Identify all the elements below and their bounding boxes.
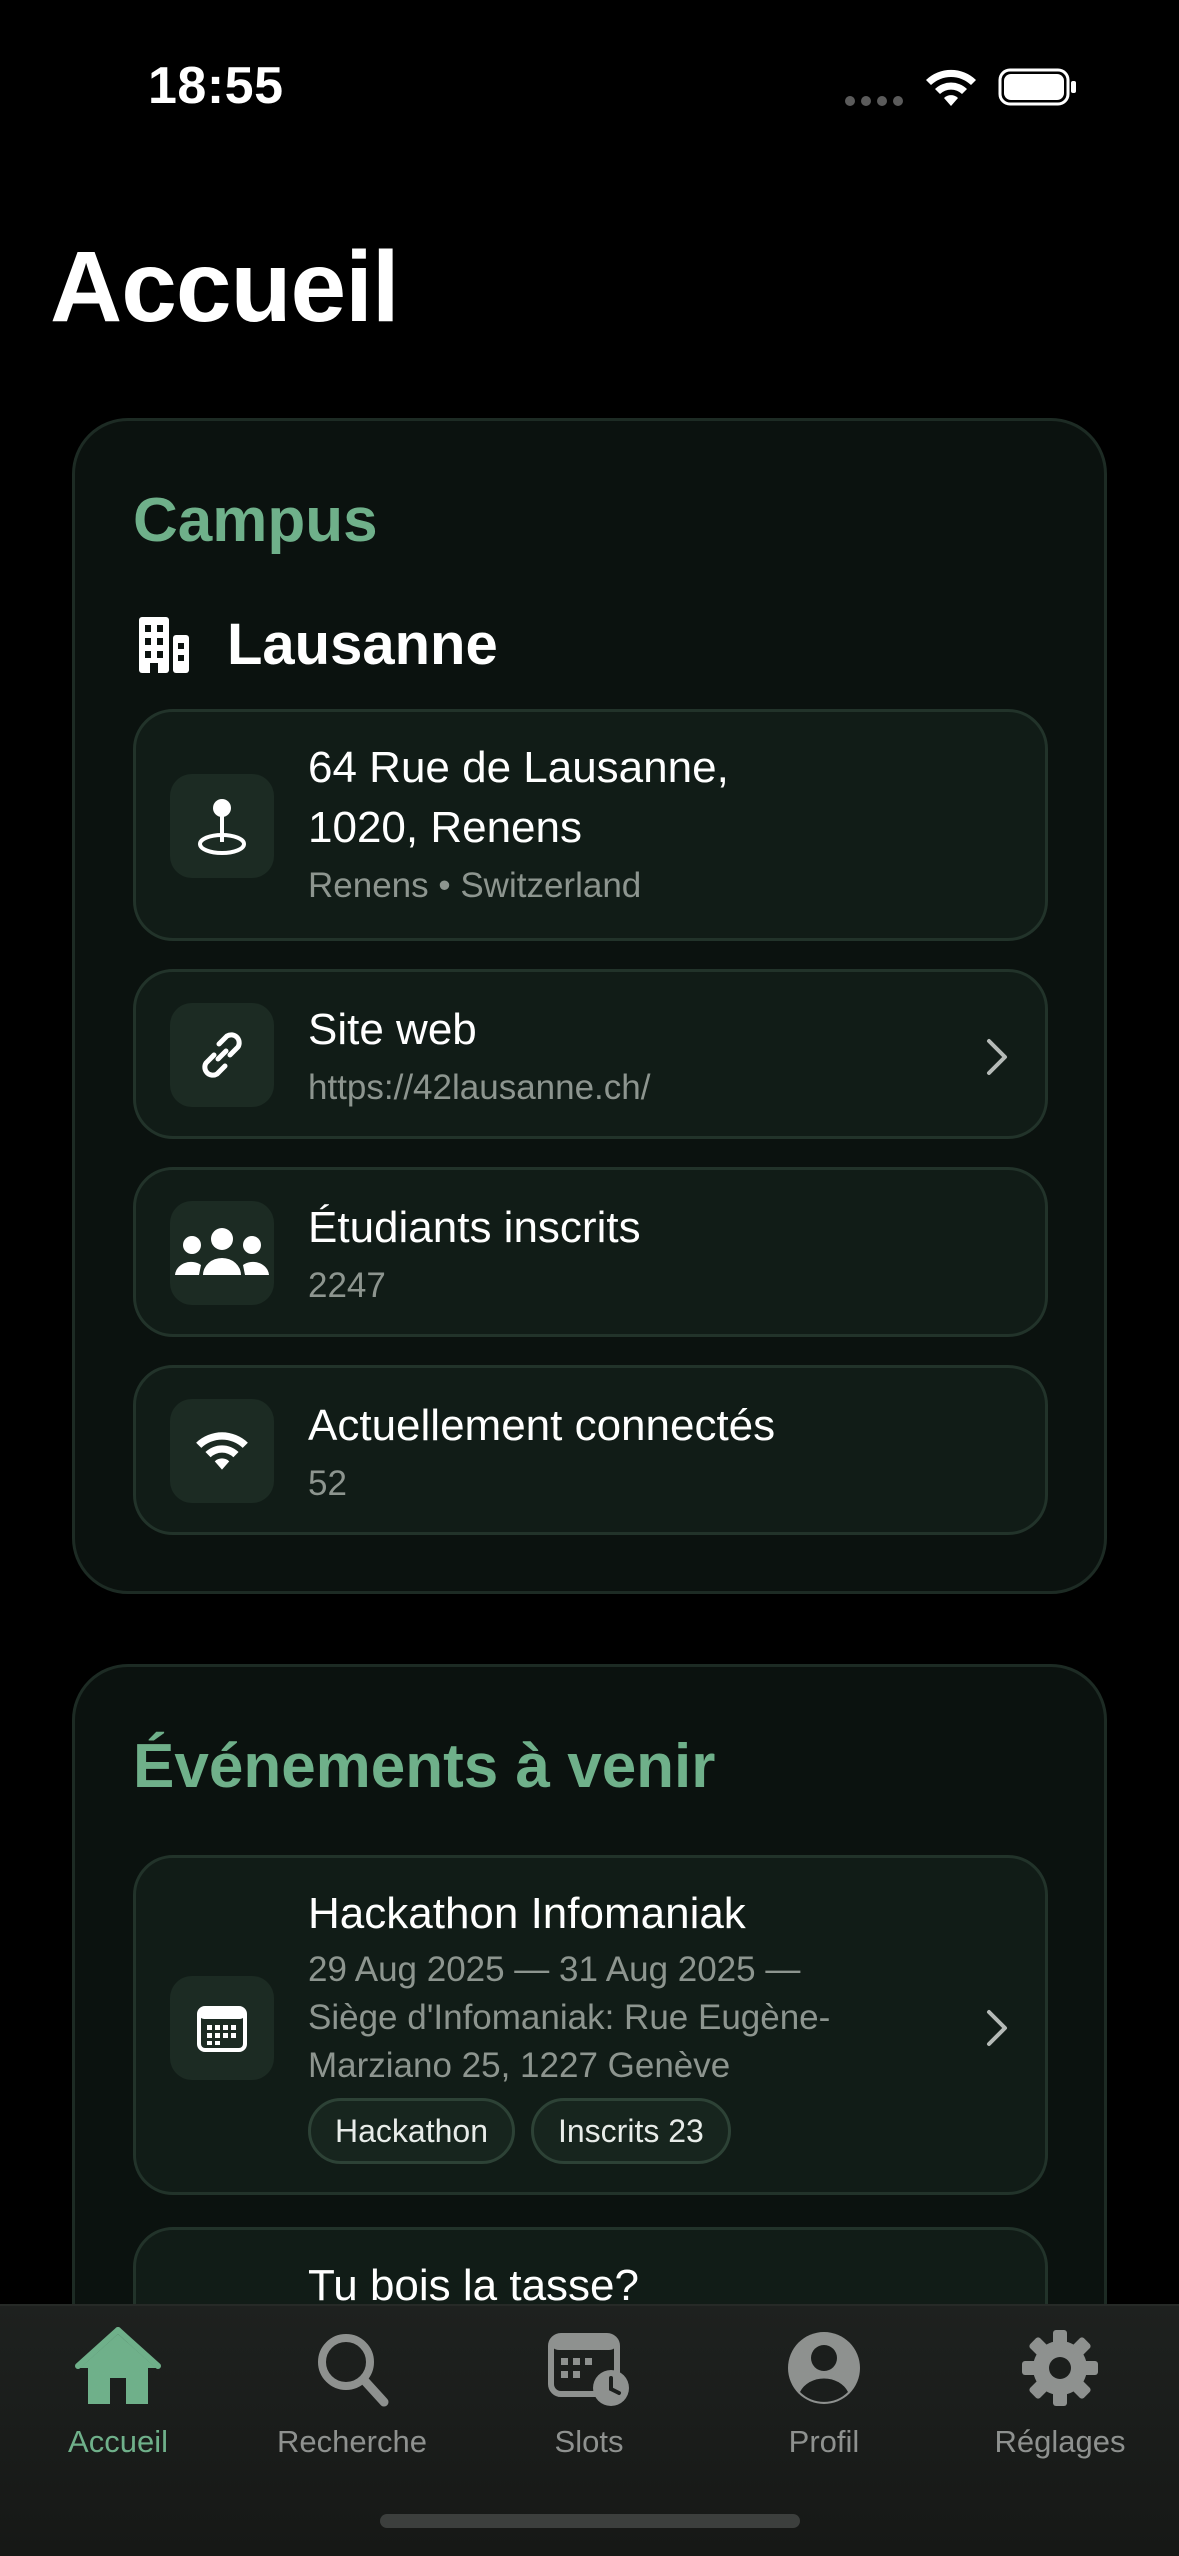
wifi-icon (196, 1432, 248, 1470)
students-row: Étudiants inscrits 2247 (133, 1167, 1048, 1337)
house-icon (75, 2327, 161, 2404)
status-time: 18:55 (148, 57, 284, 115)
event-dates: 29 Aug 2025 — 31 Aug 2025 — (308, 1950, 801, 1989)
campus-name-row: Lausanne (135, 611, 498, 678)
tab-accueil[interactable]: Accueil (18, 2326, 218, 2460)
tab-label: Recherche (277, 2424, 427, 2459)
building-icon (139, 616, 189, 673)
cellular-signal-icon (845, 96, 905, 106)
event-tag-kind: Hackathon (308, 2098, 515, 2164)
address-line2: 1020, Renens (308, 803, 582, 852)
event-location-line1: Siège d'Infomaniak: Rue Eugène- (308, 1998, 831, 2037)
campus-heading: Campus (133, 486, 378, 555)
tab-profil[interactable]: Profil (724, 2326, 924, 2460)
website-url[interactable]: https://42lausanne.ch/ (308, 1064, 965, 1112)
people-icon (175, 1228, 269, 1275)
battery-icon (998, 68, 1076, 106)
event-row[interactable]: Hackathon Infomaniak 29 Aug 2025 — 31 Au… (133, 1855, 1048, 2195)
connected-count: 52 (308, 1464, 347, 1503)
calendar-clock-icon (548, 2333, 629, 2406)
person-circle-icon (788, 2332, 860, 2404)
students-label: Étudiants inscrits (308, 1203, 641, 1252)
website-row[interactable]: Site web https://42lausanne.ch/ (133, 969, 1048, 1139)
connected-label: Actuellement connectés (308, 1401, 776, 1450)
tab-label: Accueil (68, 2424, 168, 2459)
address-location: Renens • Switzerland (308, 866, 642, 905)
tab-label: Réglages (994, 2424, 1126, 2459)
connected-icon-box (170, 1399, 274, 1503)
tab-recherche[interactable]: Recherche (252, 2326, 452, 2460)
students-count: 2247 (308, 1266, 386, 1305)
tab-slots[interactable]: Slots (489, 2326, 689, 2460)
page-title: Accueil (50, 231, 400, 343)
event-tag-registered: Inscrits 23 (530, 2098, 731, 2164)
address-row[interactable]: 64 Rue de Lausanne, 1020, Renens Renens … (133, 709, 1048, 941)
calendar-icon (197, 2006, 247, 2052)
address-line1: 64 Rue de Lausanne, (308, 743, 729, 792)
status-bar: 18:55 (0, 0, 1179, 170)
chevron-right-icon (987, 1039, 1007, 1075)
campus-name: Lausanne (227, 612, 498, 677)
gear-icon (1022, 2330, 1098, 2406)
tab-reglages[interactable]: Réglages (960, 2326, 1160, 2460)
map-pin-icon (198, 799, 246, 855)
connected-row: Actuellement connectés 52 (133, 1365, 1048, 1535)
event-tags: Hackathon Inscrits 23 (308, 2098, 965, 2164)
event-location-line2: Marziano 25, 1227 Genève (308, 2046, 731, 2085)
tab-bar: Accueil Recherche Slots Profil Réglages (0, 2304, 1179, 2556)
tab-label: Slots (554, 2424, 624, 2459)
address-icon-box (170, 774, 274, 878)
website-icon-box (170, 1003, 274, 1107)
event-title: Hackathon Infomaniak (308, 1889, 746, 1938)
magnifier-icon (318, 2334, 389, 2407)
website-label: Site web (308, 1005, 477, 1054)
tab-label: Profil (788, 2424, 860, 2459)
students-icon-box (170, 1201, 274, 1305)
campus-card: Campus Lausanne 64 Rue de Lausanne, 1020… (72, 418, 1107, 1594)
chevron-right-icon (987, 2010, 1007, 2046)
events-heading: Événements à venir (133, 1732, 716, 1801)
wifi-status-icon (926, 69, 976, 106)
home-indicator[interactable] (380, 2514, 800, 2528)
event-icon-box (170, 1976, 274, 2080)
link-icon (202, 1032, 242, 1078)
